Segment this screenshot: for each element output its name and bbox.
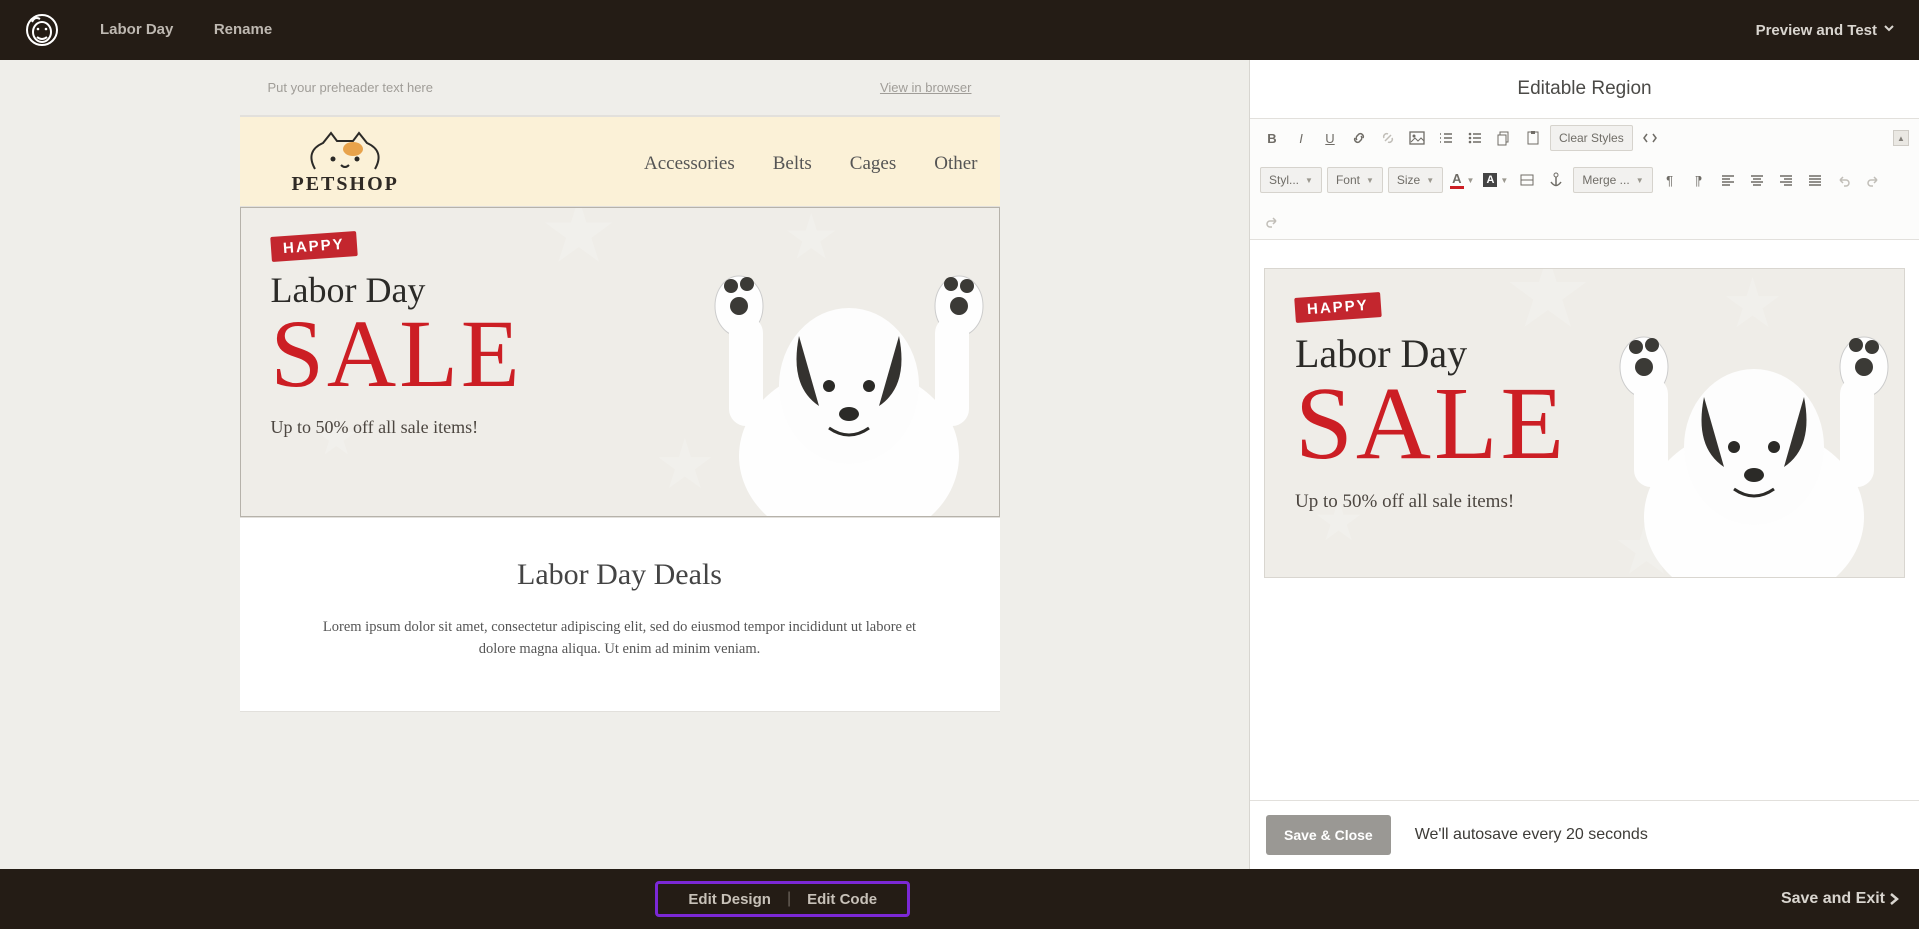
bold-button[interactable]: B <box>1260 126 1284 150</box>
topbar-left-links: Labor Day Rename <box>100 21 308 39</box>
edit-code-button[interactable]: Edit Code <box>791 891 893 908</box>
rtl-button[interactable]: ¶ <box>1687 168 1711 192</box>
ribbon-happy: HAPPY <box>1294 292 1381 323</box>
hr-button[interactable] <box>1515 168 1539 192</box>
align-justify-button[interactable] <box>1803 168 1827 192</box>
save-close-button[interactable]: Save & Close <box>1266 815 1391 855</box>
section-text[interactable]: Lorem ipsum dolor sit amet, consectetur … <box>240 616 1000 712</box>
cat-icon <box>295 131 395 171</box>
preview-pane: Put your preheader text here View in bro… <box>0 60 1249 869</box>
paste-button[interactable] <box>1521 126 1545 150</box>
size-dropdown[interactable]: Size▼ <box>1388 167 1443 193</box>
edit-design-button[interactable]: Edit Design <box>672 891 787 908</box>
ribbon-happy: HAPPY <box>270 231 357 262</box>
undo-button[interactable] <box>1832 168 1856 192</box>
underline-button[interactable]: U <box>1318 126 1342 150</box>
unlink-button <box>1376 126 1400 150</box>
save-exit-button[interactable]: Save and Exit <box>1781 890 1899 908</box>
campaign-name-link[interactable]: Labor Day <box>100 21 173 38</box>
dog-image <box>689 246 1000 517</box>
hero-banner[interactable]: HAPPY Labor Day SALE Up to 50% off all s… <box>240 207 1000 517</box>
italic-button[interactable]: I <box>1289 126 1313 150</box>
nav-accessories[interactable]: Accessories <box>644 153 735 175</box>
autosave-text: We'll autosave every 20 seconds <box>1415 826 1648 844</box>
anchor-button[interactable] <box>1544 168 1568 192</box>
nav-belts[interactable]: Belts <box>773 153 812 175</box>
topbar-right-links: Preview and Test <box>1756 21 1895 39</box>
edit-mode-group: Edit Design | Edit Code <box>655 881 910 917</box>
styles-dropdown[interactable]: Styl...▼ <box>1260 167 1322 193</box>
banner-inner: HAPPY Labor Day SALE Up to 50% off all s… <box>1265 269 1904 577</box>
top-bar: Labor Day Rename Preview and Test <box>0 0 1919 60</box>
preheader-bar: Put your preheader text here View in bro… <box>240 60 1000 116</box>
image-button[interactable] <box>1405 126 1429 150</box>
align-left-button[interactable] <box>1716 168 1740 192</box>
chevron-down-icon <box>1883 21 1895 39</box>
font-dropdown[interactable]: Font▼ <box>1327 167 1383 193</box>
section-heading[interactable]: Labor Day Deals <box>240 517 1000 616</box>
brand-name: PETSHOP <box>292 173 399 196</box>
dog-image <box>1594 307 1905 578</box>
clear-styles-button[interactable]: Clear Styles <box>1550 125 1633 151</box>
numbered-list-button[interactable] <box>1434 126 1458 150</box>
redo-button[interactable] <box>1861 168 1885 192</box>
preview-test-link[interactable]: Preview and Test <box>1756 22 1877 39</box>
editor-body[interactable]: HAPPY Labor Day SALE Up to 50% off all s… <box>1250 240 1919 800</box>
nav-cages[interactable]: Cages <box>850 153 896 175</box>
ltr-button[interactable]: ¶ <box>1658 168 1682 192</box>
rename-link[interactable]: Rename <box>214 21 272 38</box>
email-canvas: PETSHOP Accessories Belts Cages Other <box>240 116 1000 752</box>
redo-button-2[interactable] <box>1260 209 1284 233</box>
source-code-button[interactable] <box>1638 126 1662 150</box>
preheader-placeholder[interactable]: Put your preheader text here <box>268 80 434 95</box>
chevron-right-icon <box>1889 892 1899 906</box>
merge-tags-dropdown[interactable]: Merge ...▼ <box>1573 167 1652 193</box>
editor-toolbar: B I U Clear Styles ▲ Styl...▼ Font▼ Size… <box>1250 118 1919 240</box>
brand-logo: PETSHOP <box>292 131 399 196</box>
link-button[interactable] <box>1347 126 1371 150</box>
save-bar: Save & Close We'll autosave every 20 sec… <box>1250 800 1919 869</box>
hero-inner: HAPPY Labor Day SALE Up to 50% off all s… <box>241 208 999 516</box>
email-header: PETSHOP Accessories Belts Cages Other <box>240 116 1000 207</box>
preview-scroll[interactable]: Put your preheader text here View in bro… <box>14 60 1225 869</box>
bottom-bar: Edit Design | Edit Code Save and Exit <box>0 869 1919 929</box>
view-in-browser-link[interactable]: View in browser <box>880 80 972 95</box>
editor-banner-preview[interactable]: HAPPY Labor Day SALE Up to 50% off all s… <box>1264 268 1905 578</box>
bg-color-button[interactable]: A▼ <box>1481 168 1510 192</box>
content-wrap: Put your preheader text here View in bro… <box>240 60 1000 752</box>
mailchimp-logo[interactable] <box>24 12 60 48</box>
workspace: Put your preheader text here View in bro… <box>0 60 1919 869</box>
editor-pane: Editable Region B I U Clear Styles ▲ Sty… <box>1249 60 1919 869</box>
toolbar-collapse-icon[interactable]: ▲ <box>1893 130 1909 146</box>
editor-title: Editable Region <box>1250 60 1919 118</box>
align-center-button[interactable] <box>1745 168 1769 192</box>
nav-other[interactable]: Other <box>934 153 977 175</box>
text-color-button[interactable]: A▼ <box>1448 168 1476 192</box>
align-right-button[interactable] <box>1774 168 1798 192</box>
copy-button[interactable] <box>1492 126 1516 150</box>
bullet-list-button[interactable] <box>1463 126 1487 150</box>
